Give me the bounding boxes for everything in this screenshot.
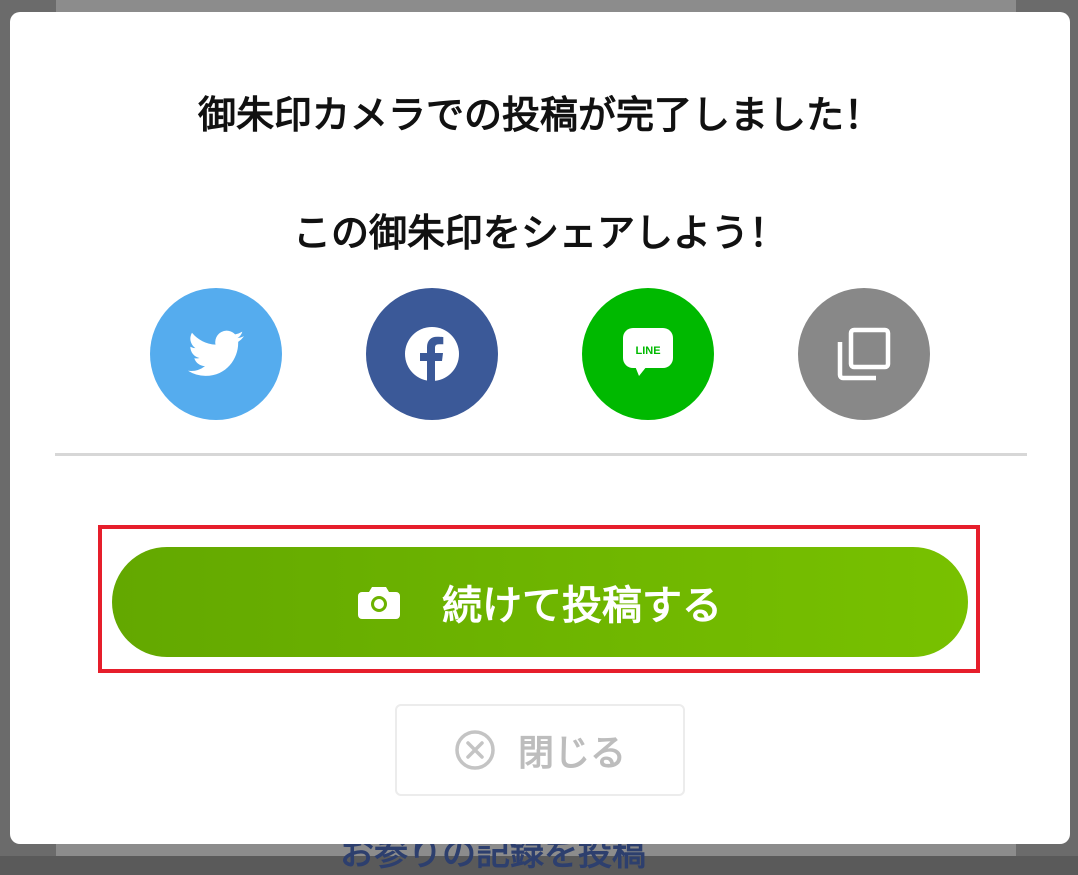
share-modal: 御朱印カメラでの投稿が完了しました！ この御朱印をシェアしよう！ LINE 続け…: [10, 12, 1070, 844]
line-icon: LINE: [619, 326, 677, 382]
share-facebook-button[interactable]: [366, 288, 498, 420]
facebook-icon: [404, 326, 460, 382]
continue-posting-button[interactable]: 続けて投稿する: [112, 547, 968, 657]
svg-text:LINE: LINE: [635, 345, 660, 357]
close-circle-icon: [454, 729, 496, 771]
share-line-button[interactable]: LINE: [582, 288, 714, 420]
share-twitter-button[interactable]: [150, 288, 282, 420]
modal-subtitle: この御朱印をシェアしよう！: [292, 211, 787, 255]
camera-icon: [358, 585, 400, 619]
share-buttons-row: LINE: [10, 288, 1070, 420]
twitter-bird-icon: [188, 330, 244, 378]
close-button[interactable]: 閉じる: [395, 704, 685, 796]
copy-icon: [834, 324, 894, 384]
copy-link-button[interactable]: [798, 288, 930, 420]
continue-posting-label: 続けて投稿する: [442, 583, 722, 629]
divider: [55, 453, 1027, 456]
close-label: 閉じる: [517, 733, 626, 774]
modal-title: 御朱印カメラでの投稿が完了しました！: [197, 93, 882, 137]
